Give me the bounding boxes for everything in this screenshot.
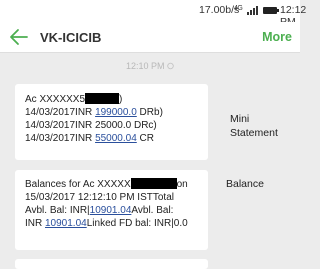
battery-icon [263,7,279,14]
line-text: Balances for Ac XXXXX [25,179,131,190]
line-text: Avbl. Bal: [131,205,174,216]
message-line: 14/03/2017INR 55000.04 CR [25,132,208,145]
message-line: Avbl. Bal: INR|10901.04Avbl. Bal: [25,204,208,217]
message-line: Ac XXXXXX5) [25,93,208,106]
line-text: on [176,179,188,190]
annotation-text: Mini [230,113,250,125]
signal-icon [247,5,261,15]
back-arrow-icon[interactable] [8,26,30,48]
line-text: 14/03/2017INR [25,107,96,118]
message-line: 14/03/2017INR 25000.0 DRc) [25,119,208,132]
message-timestamp: 12:10 PM [0,61,300,71]
line-text: Avbl. Bal: INR| [25,205,90,216]
redaction-block [130,178,177,189]
line-text: Ac XXXXXX5 [25,94,86,105]
app-bar: VK-ICICIB More [0,22,300,53]
message-line: 15/03/2017 12:12:10 PM ISTTotal [25,191,208,204]
annotation-text: Balance [226,178,264,190]
amount-link[interactable]: 55000.04 [95,133,137,144]
redaction-block [85,93,120,104]
line-text: DRb) [136,107,163,118]
more-button[interactable]: More [262,30,292,44]
message-bubble-partial[interactable] [15,259,208,269]
conversation-title: VK-ICICIB [40,30,102,45]
line-text: 14/03/2017INR [25,133,96,144]
line-text: INR [25,218,45,229]
message-line: 14/03/2017INR 199000.0 DRb) [25,106,208,119]
message-line: INR 10901.04Linked FD bal: INR|0.0 [25,217,208,230]
line-text: 14/03/2017INR 25000.0 DRc) [25,120,157,131]
status-bar: 17.00b/s 4G 12:12 PM [0,0,306,28]
line-text: 15/03/2017 12:12:10 PM ISTTotal [25,192,174,203]
amount-link[interactable]: 10901.04 [45,218,87,229]
line-text: ) [119,94,123,105]
amount-link[interactable]: 10901.04 [90,205,132,216]
sim-icon [167,62,174,70]
annotation-text: Statement [230,127,278,139]
message-bubble-mini-statement[interactable]: Ac XXXXXX5) 14/03/2017INR 199000.0 DRb) … [15,84,208,160]
line-text: CR [136,133,155,144]
balance-annotation: Balance [226,177,264,191]
timestamp-text: 12:10 PM [125,61,165,71]
mini-statement-annotation: Mini Statement [230,112,278,140]
line-text: Linked FD bal: INR|0.0 [86,218,188,229]
message-bubble-balance[interactable]: Balances for Ac XXXXX on 15/03/2017 12:12… [15,170,208,250]
amount-link[interactable]: 199000.0 [95,107,137,118]
message-line: Balances for Ac XXXXX on [25,178,208,191]
network-type-label: 4G [234,5,243,12]
